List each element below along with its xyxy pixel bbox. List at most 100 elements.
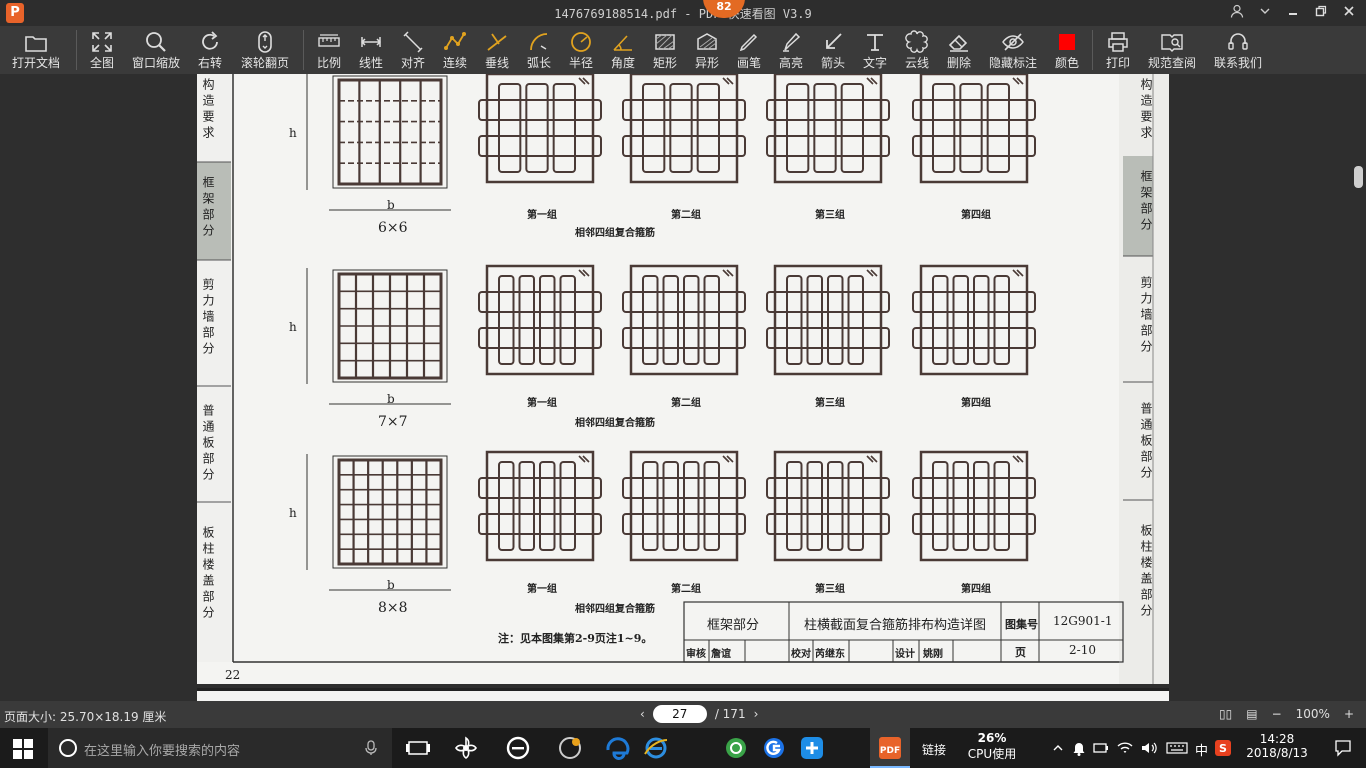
- right-section-tab-label: 普通板部分: [1139, 402, 1153, 482]
- taskbar-app-label[interactable]: 链接: [922, 741, 946, 758]
- drawing-note: 注：见本图集第2-9页注1~9。: [498, 632, 653, 645]
- edge-legacy-icon[interactable]: [504, 734, 532, 762]
- tb-check-label: 校对: [791, 649, 811, 660]
- left-section-tab[interactable]: 板柱楼盖部分: [199, 526, 215, 627]
- 360-browser-icon[interactable]: [722, 734, 750, 762]
- toolbar-button-angle[interactable]: 角度: [602, 26, 644, 74]
- keyboard-icon[interactable]: [1166, 740, 1188, 756]
- toolbar-button-mouse-wheel[interactable]: 滚轮翻页: [231, 26, 299, 74]
- toolbar-separator: [303, 30, 304, 70]
- continuous-measure-icon: [444, 32, 466, 50]
- menu-dropdown-icon[interactable]: [1256, 4, 1274, 22]
- toolbar-button-rotate-right[interactable]: 右转: [189, 26, 231, 74]
- left-section-tab[interactable]: 普通板部分: [199, 404, 215, 489]
- toolbar-button-perpendicular[interactable]: 垂线: [476, 26, 518, 74]
- scale-ruler-icon: [318, 34, 340, 47]
- toolbar-button-support[interactable]: 联系我们: [1205, 26, 1271, 74]
- scrollbar-thumb[interactable]: [1354, 166, 1363, 188]
- page-number-input[interactable]: 27: [652, 705, 707, 723]
- group-caption: 第三组: [815, 584, 845, 595]
- plus-app-icon[interactable]: [798, 734, 826, 762]
- ie-icon[interactable]: [642, 734, 670, 762]
- search-placeholder: 在这里输入你要搜索的内容: [84, 744, 241, 759]
- toolbar-button-cloud-line[interactable]: 云线: [896, 26, 938, 74]
- toolbar-button-scale-ruler[interactable]: 比例: [308, 26, 350, 74]
- left-section-tab[interactable]: 框架部分: [199, 176, 215, 245]
- toolbar-button-radius[interactable]: 半径: [560, 26, 602, 74]
- volume-icon[interactable]: [1140, 740, 1158, 756]
- toolbar-button-fit-all[interactable]: 全图: [81, 26, 123, 74]
- left-section-tab[interactable]: 构造要求: [199, 78, 215, 147]
- next-page-icon[interactable]: ›: [754, 707, 759, 721]
- toolbar-button-book-search[interactable]: 规范查阅: [1139, 26, 1205, 74]
- pdf-page: 构造要求框架部分剪力墙部分普通板部分板柱楼盖部分 构造要求框架部分剪力墙部分普通…: [197, 74, 1169, 684]
- group-caption: 第四组: [961, 584, 991, 595]
- vertical-scrollbar[interactable]: [1352, 74, 1366, 701]
- close-button[interactable]: [1340, 4, 1358, 22]
- battery-icon[interactable]: [1092, 740, 1110, 756]
- sogou-ime-icon[interactable]: S: [1214, 739, 1232, 757]
- rotate-right-icon: [202, 31, 218, 50]
- toolbar-label: 颜色: [1054, 56, 1079, 70]
- tray-overflow-icon[interactable]: [1052, 742, 1064, 754]
- notification-bell-icon[interactable]: [1072, 740, 1086, 756]
- toolbar-button-pen[interactable]: 画笔: [728, 26, 770, 74]
- toolbar-label: 窗口缩放: [131, 56, 180, 70]
- toolbar-button-eraser[interactable]: 删除: [938, 26, 980, 74]
- toolbar-button-aligned-measure[interactable]: 对齐: [392, 26, 434, 74]
- task-view-icon[interactable]: [404, 734, 432, 762]
- arrow-icon: [826, 33, 842, 49]
- right-section-tab-label: 构造要求: [1139, 78, 1153, 142]
- left-section-tab[interactable]: 剪力墙部分: [199, 278, 215, 363]
- chrome-like-icon[interactable]: [760, 734, 788, 762]
- right-section-tab[interactable]: 普通板部分: [1137, 402, 1153, 487]
- toolbar-button-arc-length[interactable]: 弧长: [518, 26, 560, 74]
- text-icon: [867, 34, 883, 51]
- restore-button[interactable]: [1312, 4, 1330, 22]
- toolbar-button-highlighter[interactable]: 高亮: [770, 26, 812, 74]
- ime-indicator[interactable]: 中: [1195, 740, 1208, 759]
- right-section-tab[interactable]: 板柱楼盖部分: [1137, 524, 1153, 625]
- zoom-out-icon[interactable]: −: [1272, 707, 1282, 721]
- toolbar-button-folder[interactable]: 打开文档: [0, 26, 72, 74]
- angle-icon: [613, 35, 632, 51]
- toolbar-button-linear-measure[interactable]: 线性: [350, 26, 392, 74]
- taskbar-search[interactable]: 在这里输入你要搜索的内容: [48, 728, 392, 768]
- microphone-icon[interactable]: [364, 740, 378, 756]
- pdf-viewer-taskbar-button[interactable]: PDF: [870, 728, 910, 768]
- prev-page-icon[interactable]: ‹: [640, 707, 645, 721]
- toolbar-button-printer[interactable]: 打印: [1097, 26, 1139, 74]
- two-page-view-icon[interactable]: ▯▯: [1219, 707, 1232, 721]
- toolbar-button-color-swatch[interactable]: 颜色: [1046, 26, 1088, 74]
- total-pages: / 171: [714, 707, 746, 721]
- toolbar-button-polygon-area[interactable]: 异形: [686, 26, 728, 74]
- zoom-in-icon[interactable]: +: [1344, 707, 1354, 721]
- dimension-h-label: h: [289, 506, 297, 520]
- user-icon[interactable]: [1228, 4, 1246, 22]
- toolbar-button-rectangle-area[interactable]: 矩形: [644, 26, 686, 74]
- toolbar-button-arrow[interactable]: 箭头: [812, 26, 854, 74]
- toolbar-button-hide-annotations[interactable]: 隐藏标注: [980, 26, 1046, 74]
- printer-icon: [1108, 32, 1128, 52]
- right-section-tab[interactable]: 构造要求: [1137, 78, 1153, 147]
- right-section-tab[interactable]: 框架部分: [1137, 170, 1153, 239]
- wifi-icon[interactable]: [1116, 740, 1134, 756]
- toolbar-button-text[interactable]: 文字: [854, 26, 896, 74]
- toolbar-label: 打开文档: [11, 56, 60, 70]
- browser-swirl-icon[interactable]: [556, 734, 584, 762]
- windows-start-icon[interactable]: [12, 738, 34, 760]
- action-center-icon[interactable]: [1334, 739, 1352, 757]
- toolbar-separator: [1092, 30, 1093, 70]
- edge-icon[interactable]: [604, 734, 632, 762]
- status-bar: 页面大小: 25.70×18.19 厘米 ‹ 27 / 171 › ▯▯ ▤ −…: [0, 701, 1366, 728]
- toolbar-button-zoom-window[interactable]: 窗口缩放: [123, 26, 189, 74]
- minimize-button[interactable]: [1284, 4, 1302, 22]
- group-caption: 第三组: [815, 398, 845, 409]
- single-page-view-icon[interactable]: ▤: [1246, 707, 1257, 721]
- toolbar-button-continuous-measure[interactable]: 连续: [434, 26, 476, 74]
- pinwheel-app-icon[interactable]: [452, 734, 480, 762]
- clock[interactable]: 14:28 2018/8/13: [1242, 732, 1312, 760]
- right-section-tab[interactable]: 剪力墙部分: [1137, 276, 1153, 361]
- radius-icon: [571, 32, 591, 52]
- document-viewport[interactable]: 构造要求框架部分剪力墙部分普通板部分板柱楼盖部分 构造要求框架部分剪力墙部分普通…: [0, 74, 1366, 701]
